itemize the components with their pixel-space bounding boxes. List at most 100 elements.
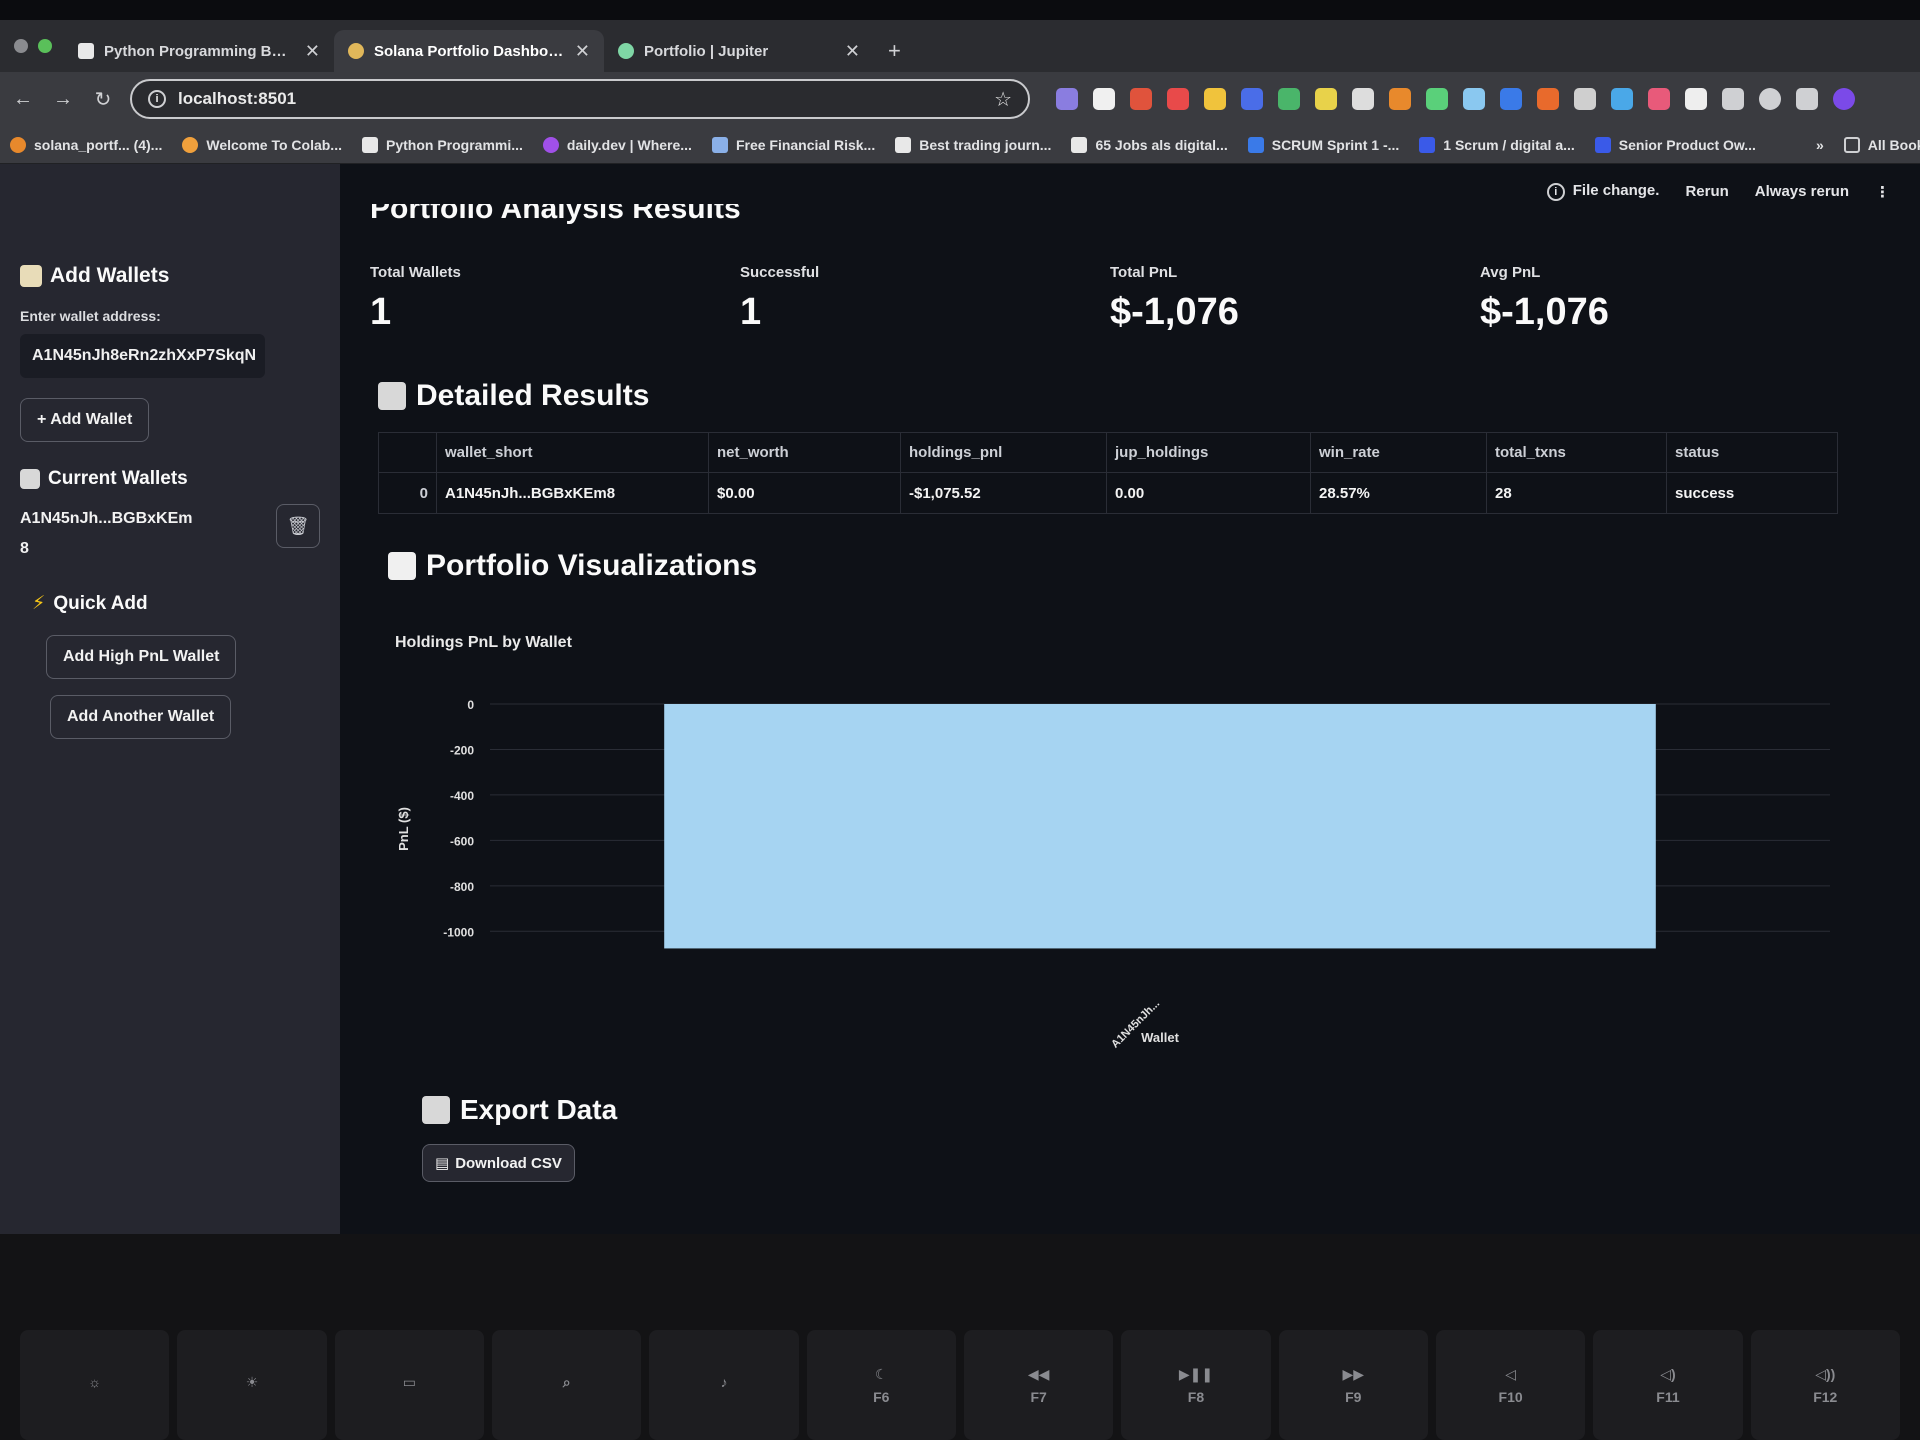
add-another-wallet-button[interactable]: Add Another Wallet [50, 695, 232, 739]
bookmark-star-icon[interactable]: ☆ [994, 87, 1012, 112]
bookmark-item[interactable]: Free Financial Risk... [711, 136, 876, 153]
download-csv-button[interactable]: ▤ Download CSV [422, 1144, 575, 1182]
bookmark-item[interactable]: Senior Product Ow... [1594, 136, 1756, 153]
new-tab-button[interactable]: + [874, 30, 915, 72]
close-icon[interactable]: ✕ [305, 41, 320, 62]
page-title: Portfolio Analysis Results [370, 204, 741, 226]
extension-icon[interactable] [1167, 88, 1189, 110]
bookmark-item[interactable]: Python Programmi... [361, 136, 523, 153]
more-bookmarks-button[interactable]: » [1816, 137, 1824, 153]
clipboard-icon [378, 382, 406, 410]
bookmark-label: 65 Jobs als digital... [1095, 136, 1228, 153]
volume-up-icon: ◁)) [1815, 1365, 1836, 1382]
column-header[interactable]: holdings_pnl [901, 432, 1107, 473]
tab-jupiter[interactable]: Portfolio | Jupiter ✕ [604, 30, 874, 72]
download-csv-label: Download CSV [455, 1154, 562, 1172]
extension-icon[interactable] [1648, 88, 1670, 110]
minimize-window-button[interactable] [38, 39, 52, 53]
forward-arrow-icon[interactable]: → [50, 88, 76, 111]
browser-tab-bar: Python Programming Bootcamp ✕ Solana Por… [0, 20, 1920, 72]
keyboard-key: ♪ [649, 1330, 799, 1440]
bookmark-item[interactable]: Welcome To Colab... [182, 136, 342, 153]
bookmark-item[interactable]: daily.dev | Where... [542, 136, 692, 153]
column-header[interactable]: jup_holdings [1107, 432, 1311, 473]
bookmark-label: Best trading journ... [919, 136, 1052, 153]
always-rerun-button[interactable]: Always rerun [1755, 183, 1849, 200]
metric-value: $-1,076 [1480, 291, 1609, 333]
export-data-heading: Export Data [422, 1094, 617, 1126]
extension-icon[interactable] [1352, 88, 1374, 110]
column-header[interactable] [379, 432, 437, 473]
add-high-pnl-wallet-button[interactable]: Add High PnL Wallet [46, 635, 237, 679]
extension-icon[interactable] [1241, 88, 1263, 110]
page-icon: ▤ [435, 1155, 450, 1172]
extension-icon[interactable] [1278, 88, 1300, 110]
clipboard-icon [20, 469, 40, 489]
extension-icon[interactable] [1500, 88, 1522, 110]
download-icon[interactable] [1796, 88, 1818, 110]
column-header[interactable]: total_txns [1487, 432, 1667, 473]
table-row[interactable]: 0 A1N45nJh...BGBxKEm8 $0.00 -$1,075.52 0… [379, 473, 1837, 513]
extensions-puzzle-icon[interactable] [1722, 88, 1744, 110]
column-header[interactable]: wallet_short [437, 432, 709, 473]
folder-icon [1843, 136, 1860, 153]
play-pause-icon: ▶❚❚ [1178, 1365, 1214, 1382]
close-window-button[interactable] [14, 39, 28, 53]
tab-python-bootcamp[interactable]: Python Programming Bootcamp ✕ [64, 30, 334, 72]
fast-forward-icon: ▶▶ [1342, 1365, 1365, 1382]
bookmark-item[interactable]: 65 Jobs als digital... [1071, 136, 1228, 153]
extension-icon[interactable] [1611, 88, 1633, 110]
colab-favicon-icon [182, 136, 199, 153]
column-header[interactable]: net_worth [709, 432, 901, 473]
close-icon[interactable]: ✕ [845, 41, 860, 62]
quick-add-heading: ⚡ Quick Add [20, 592, 320, 615]
bookmark-item[interactable]: solana_portf... (4)... [10, 136, 162, 153]
back-arrow-icon[interactable]: ← [10, 88, 36, 111]
extension-icon[interactable] [1389, 88, 1411, 110]
keyboard-key: ⌕ [491, 1330, 642, 1440]
extension-icon[interactable] [1093, 88, 1115, 110]
key-label: F9 [1345, 1388, 1362, 1405]
y-tick-label: 0 [467, 698, 474, 712]
address-bar[interactable]: i localhost:8501 ☆ [130, 79, 1030, 119]
avatar[interactable] [1833, 88, 1855, 110]
results-table[interactable]: wallet_short net_worth holdings_pnl jup_… [378, 432, 1838, 514]
delete-wallet-button[interactable]: 🗑 [276, 504, 320, 548]
bookmark-item[interactable]: SCRUM Sprint 1 -... [1247, 136, 1399, 153]
file-change-notice: i File change. [1546, 182, 1659, 201]
extension-icon[interactable] [1315, 88, 1337, 110]
wallet-address-input[interactable]: A1N45nJh8eRn2zhXxP7SkqN [20, 334, 265, 378]
site-info-icon[interactable]: i [148, 90, 166, 108]
all-bookmarks[interactable]: All Bookmarks [1843, 136, 1920, 153]
play-favicon-icon [1419, 136, 1436, 153]
reload-icon[interactable]: ↻ [90, 87, 116, 112]
extension-icon[interactable] [1537, 88, 1559, 110]
extension-icon[interactable] [1463, 88, 1485, 110]
extension-icon[interactable] [1130, 88, 1152, 110]
search-icon: ⌕ [562, 1373, 571, 1390]
extension-icon[interactable] [1574, 88, 1596, 110]
bookmark-label: Free Financial Risk... [735, 136, 876, 153]
main-menu-icon[interactable]: ⋮ [1875, 183, 1890, 201]
rerun-button[interactable]: Rerun [1685, 183, 1728, 200]
history-icon[interactable] [1759, 88, 1781, 110]
tab-label: Portfolio | Jupiter [644, 42, 769, 60]
extension-icon[interactable] [1056, 88, 1078, 110]
column-header[interactable]: win_rate [1311, 432, 1487, 473]
table-cell: -$1,075.52 [901, 473, 1107, 513]
streamlit-favicon-icon [348, 43, 364, 59]
column-header[interactable]: status [1667, 433, 1837, 473]
close-icon[interactable]: ✕ [575, 41, 590, 62]
bookmark-item[interactable]: 1 Scrum / digital a... [1419, 136, 1575, 153]
add-wallet-button[interactable]: + Add Wallet [20, 398, 150, 442]
keyboard-key: ◀◀ F7 [963, 1330, 1114, 1440]
rewind-icon: ◀◀ [1027, 1365, 1050, 1382]
extension-icon[interactable] [1204, 88, 1226, 110]
extension-icon[interactable] [1426, 88, 1448, 110]
extension-icon[interactable] [1685, 88, 1707, 110]
url-text[interactable]: localhost:8501 [178, 89, 982, 109]
extensions-bar [1056, 88, 1855, 110]
bookmark-label: daily.dev | Where... [566, 136, 692, 153]
tab-solana-dashboard[interactable]: Solana Portfolio Dashboard ✕ [334, 30, 604, 72]
bookmark-item[interactable]: Best trading journ... [895, 136, 1052, 153]
